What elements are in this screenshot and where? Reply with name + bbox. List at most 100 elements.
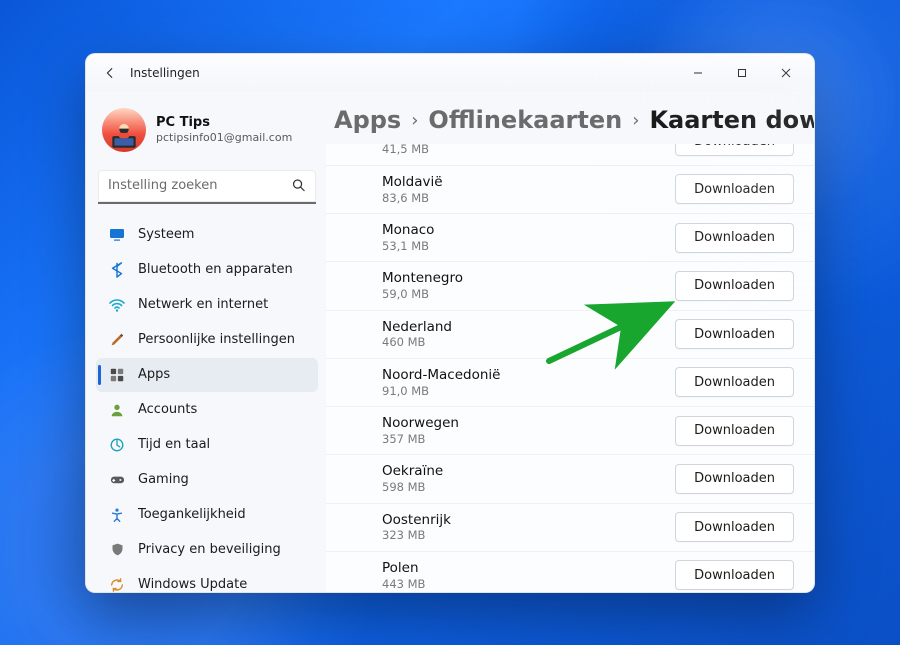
maps-list: Malta41,5 MB Downloaden Moldavië83,6 MB … <box>326 144 814 592</box>
sidebar-nav: Systeem Bluetooth en apparaten Netwerk e… <box>96 218 318 593</box>
map-name: Monaco <box>382 222 434 239</box>
chevron-right-icon: › <box>411 110 418 131</box>
download-button[interactable]: Downloaden <box>675 416 794 446</box>
sidebar-item-accessibility[interactable]: Toegankelijkheid <box>96 498 318 532</box>
person-icon <box>108 401 126 419</box>
sidebar-item-gaming[interactable]: Gaming <box>96 463 318 497</box>
map-row: Oostenrijk323 MB Downloaden <box>326 504 814 552</box>
map-name: Polen <box>382 560 425 577</box>
breadcrumb-apps[interactable]: Apps <box>334 106 401 134</box>
globe-clock-icon <box>108 436 126 454</box>
map-size: 598 MB <box>382 480 443 494</box>
sidebar-item-windows-update[interactable]: Windows Update <box>96 568 318 593</box>
map-name: Noorwegen <box>382 415 459 432</box>
apps-icon <box>108 366 126 384</box>
download-button[interactable]: Downloaden <box>675 271 794 301</box>
sidebar-item-label: Bluetooth en apparaten <box>138 262 308 277</box>
sidebar-item-label: Persoonlijke instellingen <box>138 332 308 347</box>
map-name: Oostenrijk <box>382 512 451 529</box>
breadcrumb-current: Kaarten downloaden <box>649 106 815 134</box>
map-size: 59,0 MB <box>382 287 463 301</box>
titlebar: Instellingen <box>86 54 814 92</box>
minimize-button[interactable] <box>676 58 720 88</box>
avatar-illustration-icon <box>107 118 141 152</box>
minimize-icon <box>693 68 703 78</box>
map-row: Noord-Macedonië91,0 MB Downloaden <box>326 359 814 407</box>
wifi-icon <box>108 296 126 314</box>
map-size: 323 MB <box>382 528 451 542</box>
map-name: Montenegro <box>382 270 463 287</box>
map-size: 357 MB <box>382 432 459 446</box>
back-button[interactable] <box>96 59 124 87</box>
map-row: Monaco53,1 MB Downloaden <box>326 214 814 262</box>
profile[interactable]: PC Tips pctipsinfo01@gmail.com <box>96 102 318 162</box>
search-icon <box>291 177 306 196</box>
profile-email: pctipsinfo01@gmail.com <box>156 131 292 144</box>
sidebar-item-label: Accounts <box>138 402 308 417</box>
sidebar: PC Tips pctipsinfo01@gmail.com Systeem B… <box>86 92 326 592</box>
sidebar-item-network[interactable]: Netwerk en internet <box>96 288 318 322</box>
download-button[interactable]: Downloaden <box>675 560 794 590</box>
map-size: 53,1 MB <box>382 239 434 253</box>
download-button[interactable]: Downloaden <box>675 512 794 542</box>
sidebar-item-accounts[interactable]: Accounts <box>96 393 318 427</box>
map-row: Noorwegen357 MB Downloaden <box>326 407 814 455</box>
download-button[interactable]: Downloaden <box>675 319 794 349</box>
sidebar-item-label: Privacy en beveiliging <box>138 542 308 557</box>
map-size: 83,6 MB <box>382 191 443 205</box>
breadcrumb-offline-maps[interactable]: Offlinekaarten <box>428 106 622 134</box>
map-name: Noord-Macedonië <box>382 367 500 384</box>
window-title: Instellingen <box>130 66 200 80</box>
gamepad-icon <box>108 471 126 489</box>
sidebar-item-label: Tijd en taal <box>138 437 308 452</box>
sidebar-item-time-language[interactable]: Tijd en taal <box>96 428 318 462</box>
map-size: 443 MB <box>382 577 425 591</box>
sidebar-item-bluetooth[interactable]: Bluetooth en apparaten <box>96 253 318 287</box>
map-name: Nederland <box>382 319 452 336</box>
map-row: Montenegro59,0 MB Downloaden <box>326 262 814 310</box>
sidebar-item-apps[interactable]: Apps <box>96 358 318 392</box>
maximize-button[interactable] <box>720 58 764 88</box>
sidebar-item-personalization[interactable]: Persoonlijke instellingen <box>96 323 318 357</box>
paintbrush-icon <box>108 331 126 349</box>
download-button[interactable]: Downloaden <box>675 367 794 397</box>
settings-window: Instellingen <box>85 53 815 593</box>
map-name: Oekraïne <box>382 463 443 480</box>
breadcrumb: Apps › Offlinekaarten › Kaarten download… <box>326 106 814 144</box>
close-button[interactable] <box>764 58 808 88</box>
map-row: Polen443 MB Downloaden <box>326 552 814 592</box>
chevron-right-icon: › <box>632 110 639 131</box>
map-size: 91,0 MB <box>382 384 500 398</box>
sidebar-item-label: Apps <box>138 367 308 382</box>
map-size: 41,5 MB <box>382 144 429 157</box>
sidebar-item-label: Toegankelijkheid <box>138 507 308 522</box>
download-button[interactable]: Downloaden <box>675 223 794 253</box>
avatar <box>102 108 146 152</box>
update-icon <box>108 576 126 593</box>
maximize-icon <box>737 68 747 78</box>
download-button[interactable]: Downloaden <box>675 144 794 157</box>
search-box <box>98 170 316 204</box>
sidebar-item-privacy[interactable]: Privacy en beveiliging <box>96 533 318 567</box>
map-row: Moldavië83,6 MB Downloaden <box>326 166 814 214</box>
download-button[interactable]: Downloaden <box>675 464 794 494</box>
download-button[interactable]: Downloaden <box>675 174 794 204</box>
sidebar-item-label: Netwerk en internet <box>138 297 308 312</box>
map-name: Moldavië <box>382 174 443 191</box>
sidebar-item-system[interactable]: Systeem <box>96 218 318 252</box>
sidebar-item-label: Gaming <box>138 472 308 487</box>
accessibility-icon <box>108 506 126 524</box>
map-row: Nederland460 MB Downloaden <box>326 311 814 359</box>
shield-icon <box>108 541 126 559</box>
close-icon <box>781 68 791 78</box>
sidebar-item-label: Systeem <box>138 227 308 242</box>
map-size: 460 MB <box>382 335 452 349</box>
search-input[interactable] <box>98 170 316 204</box>
sidebar-item-label: Windows Update <box>138 577 308 592</box>
arrow-left-icon <box>103 66 117 80</box>
profile-name: PC Tips <box>156 115 292 131</box>
map-row: Oekraïne598 MB Downloaden <box>326 455 814 503</box>
bluetooth-icon <box>108 261 126 279</box>
monitor-icon <box>108 226 126 244</box>
main-content: Apps › Offlinekaarten › Kaarten download… <box>326 92 814 592</box>
